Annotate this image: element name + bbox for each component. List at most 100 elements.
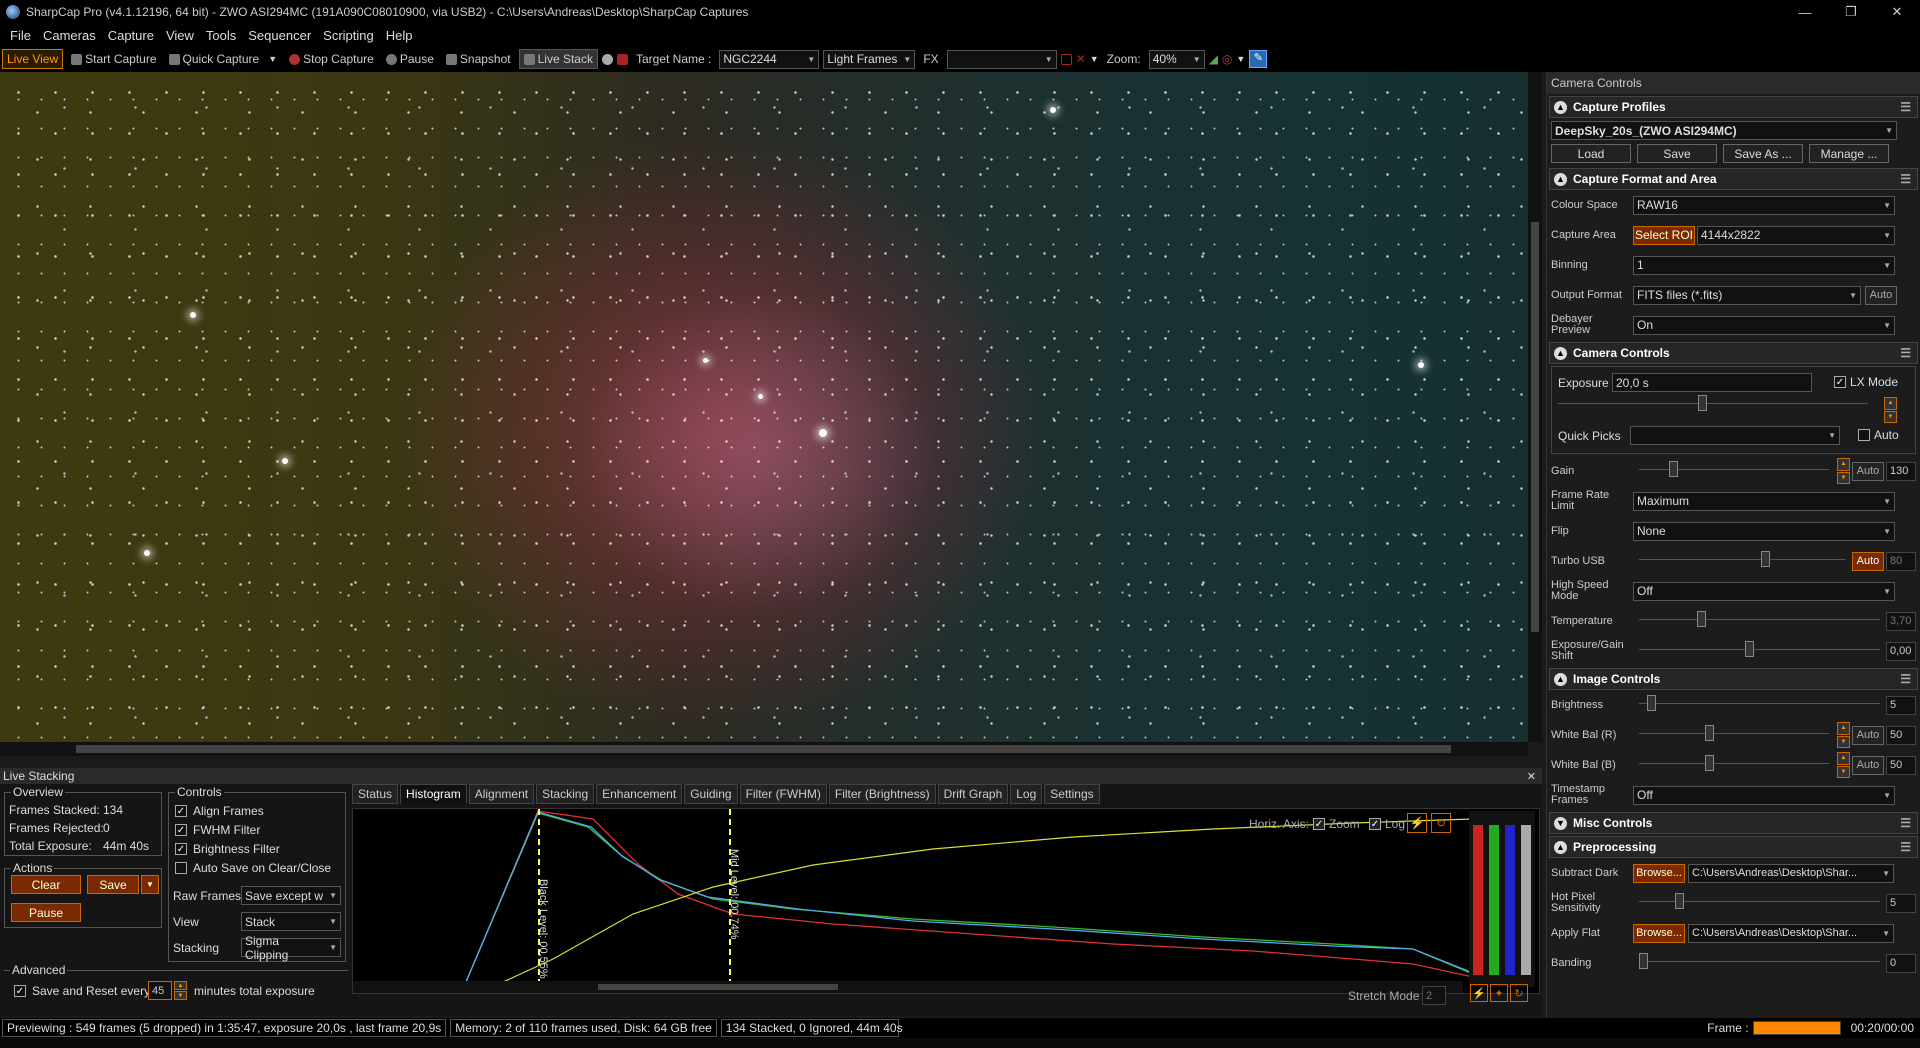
expand-icon[interactable]: ▼ [1554,816,1567,830]
exposure-stepper[interactable]: ▲ ▼ [1884,397,1897,423]
gain-stepper[interactable]: ▲ ▼ [1837,458,1850,484]
banding-slider[interactable] [1639,953,1880,969]
histogram-icon[interactable]: ◢ [1209,52,1218,66]
minutes-input[interactable]: 45 [148,981,172,1000]
luminance-slider[interactable] [1521,825,1531,975]
refresh-icon[interactable]: ↻ [1510,984,1528,1002]
snapshot-button[interactable]: Snapshot [442,50,515,68]
turbo-usb-auto-button[interactable]: Auto [1852,551,1884,571]
menu-icon[interactable]: ☰ [1900,100,1911,114]
exposure-gain-shift-slider[interactable] [1639,641,1880,657]
collapse-icon[interactable]: ▲ [1554,172,1567,186]
close-icon[interactable]: ✕ [1527,770,1536,783]
capture-profiles-header[interactable]: ▲ Capture Profiles ☰ [1549,96,1918,118]
gain-auto-button[interactable]: Auto [1852,461,1884,481]
histogram-panel[interactable]: Black Level: 00,55% Mid Level: 00,74% Ho… [352,808,1540,994]
tab-drift-graph[interactable]: Drift Graph [937,784,1009,804]
raw-frames-select[interactable]: Save except w ▼ [241,886,341,905]
crosshair-icon[interactable]: ✕ [1076,52,1086,66]
target-name-input[interactable]: NGC2244 ▼ [719,49,820,69]
flat-path-select[interactable]: C:\Users\Andreas\Desktop\Shar... ▼ [1688,923,1894,943]
output-format-auto-button[interactable]: Auto [1865,285,1897,305]
live-view-button[interactable]: Live View [2,49,64,69]
white-bal-b-value[interactable]: 50 [1886,755,1916,775]
browse-dark-button[interactable]: Browse... [1633,863,1685,883]
tab-status[interactable]: Status [352,784,399,804]
green-channel-slider[interactable] [1489,825,1499,975]
fx-select[interactable]: ▼ [946,49,1057,69]
image-controls-header[interactable]: ▲ Image Controls ☰ [1549,668,1918,690]
frame-type-select[interactable]: Light Frames ▼ [823,49,916,69]
gain-value[interactable]: 130 [1886,461,1916,481]
quick-capture-button[interactable]: Quick Capture ▼ [165,50,282,68]
down-icon[interactable]: ▼ [1884,410,1897,423]
log-checkbox[interactable]: ✓ [1369,818,1381,830]
scrollbar-thumb[interactable] [598,984,838,990]
down-icon[interactable]: ▼ [1837,765,1850,778]
viewer-vertical-scrollbar[interactable] [1528,72,1542,742]
start-capture-button[interactable]: Start Capture [67,50,160,68]
preprocessing-header[interactable]: ▲ Preprocessing ☰ [1549,836,1918,858]
roi-icon[interactable] [1060,53,1072,65]
menu-cameras[interactable]: Cameras [37,28,102,43]
down-icon[interactable]: ▼ [1837,735,1850,748]
profile-select[interactable]: DeepSky_20s_(ZWO ASI294MC) ▼ [1551,121,1897,140]
blue-channel-slider[interactable] [1505,825,1515,975]
menu-icon[interactable]: ☰ [1900,172,1911,186]
camera-controls-header[interactable]: ▲ Camera Controls ☰ [1549,342,1918,364]
slider-knob[interactable] [1639,953,1648,969]
misc-controls-header[interactable]: ▼ Misc Controls ☰ [1549,812,1918,834]
colour-balance-sliders[interactable] [1469,811,1535,987]
red-filter-icon[interactable] [616,53,628,65]
menu-help[interactable]: Help [380,28,419,43]
view-select[interactable]: Stack ▼ [241,912,341,931]
chevron-down-icon[interactable]: ▼ [268,54,277,64]
colour-space-select[interactable]: RAW16 ▼ [1633,195,1895,215]
load-profile-button[interactable]: Load [1551,144,1631,163]
collapse-icon[interactable]: ▲ [1554,346,1567,360]
circle-icon[interactable] [601,53,613,65]
quick-picks-auto-checkbox[interactable] [1858,429,1870,441]
pause-stack-button[interactable]: Pause [11,903,81,922]
menu-sequencer[interactable]: Sequencer [242,28,317,43]
white-bal-r-stepper[interactable]: ▲ ▼ [1837,722,1850,748]
timestamp-select[interactable]: Off ▼ [1633,785,1895,805]
chevron-down-icon[interactable]: ▼ [1090,54,1099,64]
hot-pixel-value[interactable]: 5 [1886,893,1916,913]
stop-capture-button[interactable]: Stop Capture [285,50,378,68]
up-icon[interactable]: ▲ [1837,722,1850,735]
up-icon[interactable]: ▲ [174,981,187,990]
debayer-preview-select[interactable]: On ▼ [1633,315,1895,335]
auto-stretch-icon[interactable]: ⚡ [1407,813,1427,833]
up-icon[interactable]: ▲ [1837,752,1850,765]
frame-rate-select[interactable]: Maximum ▼ [1633,491,1895,511]
gain-slider[interactable] [1639,461,1829,477]
save-as-profile-button[interactable]: Save As ... [1723,144,1803,163]
tab-alignment[interactable]: Alignment [468,784,535,804]
browse-flat-button[interactable]: Browse... [1633,923,1685,943]
reset-icon[interactable]: ↻ [1431,813,1451,833]
exposure-input[interactable]: 20,0 s [1612,373,1812,392]
menu-scripting[interactable]: Scripting [317,28,380,43]
slider-knob[interactable] [1705,725,1714,741]
menu-icon[interactable]: ☰ [1900,840,1911,854]
stacking-select[interactable]: Sigma Clipping ▼ [241,934,341,962]
white-bal-r-value[interactable]: 50 [1886,725,1916,745]
menu-tools[interactable]: Tools [200,28,242,43]
turbo-usb-value[interactable]: 80 [1886,551,1916,571]
brightness-slider[interactable] [1639,695,1880,711]
menu-icon[interactable]: ☰ [1900,816,1911,830]
tab-log[interactable]: Log [1010,784,1043,804]
tab-filter-brightness[interactable]: Filter (Brightness) [828,784,936,804]
slider-knob[interactable] [1647,695,1656,711]
white-bal-r-slider[interactable] [1639,725,1829,741]
menu-view[interactable]: View [160,28,200,43]
turbo-usb-slider[interactable] [1639,551,1846,567]
high-speed-select[interactable]: Off ▼ [1633,581,1895,601]
fwhm-filter-checkbox[interactable]: ✓ [175,824,187,836]
up-icon[interactable]: ▲ [1884,397,1897,410]
maximize-button[interactable]: ❐ [1828,0,1874,24]
star-icon[interactable]: ✦ [1490,984,1508,1002]
zoom-checkbox[interactable]: ✓ [1313,818,1325,830]
auto-save-checkbox[interactable] [175,862,187,874]
